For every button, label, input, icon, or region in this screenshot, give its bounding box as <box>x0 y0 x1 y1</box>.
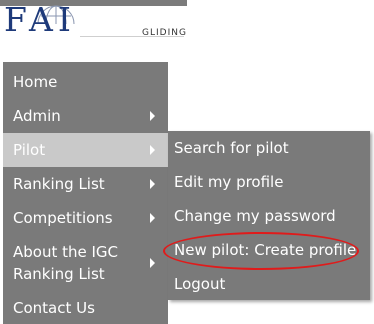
menu-item-pilot[interactable]: Pilot <box>3 133 168 167</box>
menu-item-label: About the IGC Ranking List <box>13 243 119 283</box>
fai-gliding-logo[interactable]: FAI GLIDING <box>0 0 187 42</box>
menu-item-contact-us[interactable]: Contact Us <box>3 291 168 324</box>
logo-text: FAI <box>4 0 76 39</box>
menu-item-home[interactable]: Home <box>3 65 168 99</box>
menu-item-admin[interactable]: Admin <box>3 99 168 133</box>
chevron-right-icon <box>150 111 155 121</box>
submenu-item-label: Search for pilot <box>174 139 289 157</box>
menu-item-label: Pilot <box>13 141 46 159</box>
menu-item-label: Ranking List <box>13 175 105 193</box>
submenu-item-change-my-password[interactable]: Change my password <box>168 199 370 233</box>
chevron-right-icon <box>150 213 155 223</box>
menu-item-about[interactable]: About the IGC Ranking List <box>3 235 168 291</box>
submenu-item-edit-my-profile[interactable]: Edit my profile <box>168 165 370 199</box>
menu-item-ranking-list[interactable]: Ranking List <box>3 167 168 201</box>
submenu-item-search-for-pilot[interactable]: Search for pilot <box>168 131 370 165</box>
menu-item-label: Competitions <box>13 209 113 227</box>
pilot-submenu: Search for pilot Edit my profile Change … <box>168 131 370 300</box>
submenu-item-label: Logout <box>174 275 226 293</box>
chevron-right-icon <box>150 179 155 189</box>
logo-subtitle: GLIDING <box>142 28 187 38</box>
submenu-item-new-pilot-create-profile[interactable]: New pilot: Create profile <box>168 233 370 267</box>
submenu-item-label: Change my password <box>174 207 336 225</box>
chevron-right-icon <box>150 145 155 155</box>
submenu-item-label: Edit my profile <box>174 173 284 191</box>
menu-item-label: Contact Us <box>13 299 95 317</box>
menu-item-competitions[interactable]: Competitions <box>3 201 168 235</box>
submenu-item-label: New pilot: Create profile <box>174 241 357 259</box>
chevron-right-icon <box>150 258 155 268</box>
submenu-item-logout[interactable]: Logout <box>168 267 370 301</box>
menu-item-label: Home <box>13 73 58 91</box>
main-menu: Home Admin Pilot Ranking List Competitio… <box>3 62 168 324</box>
menu-item-label: Admin <box>13 107 61 125</box>
